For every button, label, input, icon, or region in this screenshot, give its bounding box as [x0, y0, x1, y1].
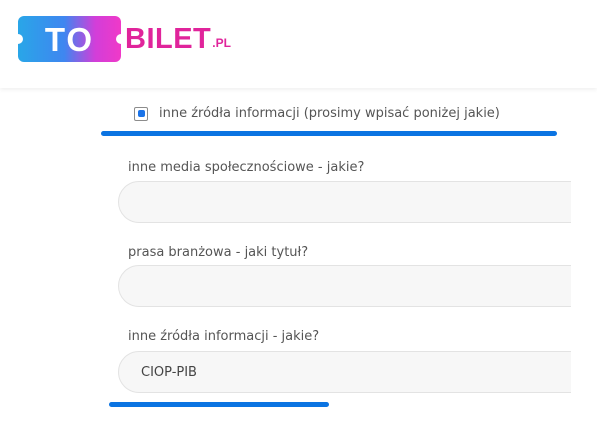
other-sources-checkbox[interactable] — [134, 106, 148, 121]
logo-badge-text: TO — [44, 20, 95, 58]
other-sources-input[interactable] — [118, 351, 571, 393]
trade-press-field-label: prasa branżowa - jaki tytuł? — [128, 245, 309, 260]
logo-suffix-text: .PL — [212, 36, 231, 50]
tobilet-logo[interactable]: TO BILET .PL — [18, 16, 231, 62]
logo-brand-text: BILET — [125, 22, 212, 55]
other-sources-field-label: inne źródła informacji - jakie? — [128, 329, 320, 344]
checkbox-checked-mark — [137, 110, 145, 117]
highlight-underline-option — [101, 131, 557, 136]
trade-press-input[interactable] — [118, 265, 571, 307]
form-area: inne źródła informacji (prosimy wpisać p… — [0, 88, 571, 430]
other-sources-option-label: inne źródła informacji (prosimy wpisać p… — [159, 106, 500, 121]
social-media-field-label: inne media społecznościowe - jakie? — [128, 160, 365, 175]
highlight-underline-field — [109, 402, 329, 407]
other-sources-option[interactable]: inne źródła informacji (prosimy wpisać p… — [134, 106, 500, 121]
site-header: TO BILET .PL — [0, 0, 597, 88]
logo-badge: TO — [18, 16, 121, 62]
social-media-input[interactable] — [118, 181, 571, 223]
